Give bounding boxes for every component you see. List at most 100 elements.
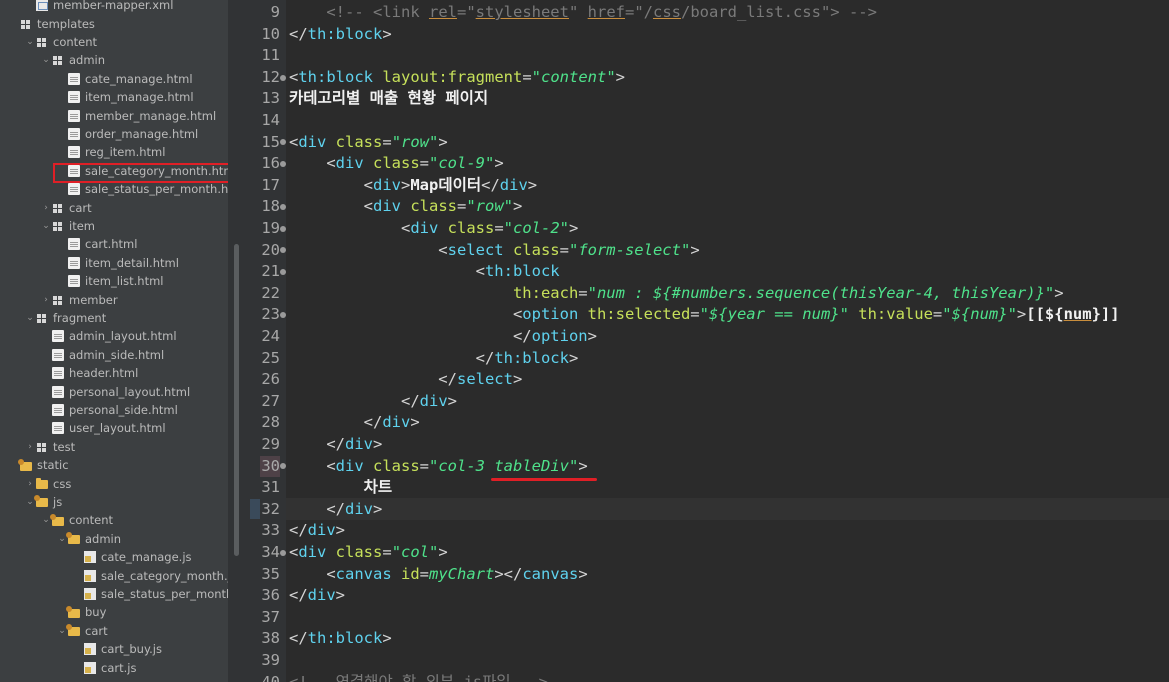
code-line[interactable]: </th:block> bbox=[289, 628, 392, 650]
fold-marker-icon[interactable] bbox=[280, 225, 286, 232]
chevron-right-icon[interactable]: › bbox=[24, 442, 36, 452]
tree-item[interactable]: static bbox=[0, 456, 228, 474]
tree-item[interactable]: ⌄ admin bbox=[0, 530, 228, 548]
chevron-down-icon[interactable]: ⌄ bbox=[24, 37, 36, 47]
chevron-right-icon[interactable]: › bbox=[40, 295, 52, 305]
project-tree-scrollbar[interactable] bbox=[234, 244, 239, 556]
tree-item[interactable]: cate_manage.html bbox=[0, 70, 228, 88]
tree-item[interactable]: › member bbox=[0, 290, 228, 308]
html-file-icon bbox=[68, 146, 80, 159]
code-line[interactable]: <div class="col"> bbox=[289, 542, 448, 564]
code-line[interactable]: <div class="col-2"> bbox=[289, 218, 578, 240]
tree-item[interactable]: templates bbox=[0, 14, 228, 32]
tree-item[interactable]: ⌄ js bbox=[0, 493, 228, 511]
code-line[interactable]: </div> bbox=[289, 585, 345, 607]
line-number: 28 bbox=[261, 413, 280, 432]
tree-item[interactable]: › test bbox=[0, 438, 228, 456]
code-token: < bbox=[289, 219, 411, 237]
tree-item[interactable]: ⌄ content bbox=[0, 511, 228, 529]
tree-item[interactable]: item_detail.html bbox=[0, 254, 228, 272]
code-line[interactable]: <option th:selected="${year == num}" th:… bbox=[289, 304, 1120, 326]
tree-item[interactable]: › cart bbox=[0, 198, 228, 216]
code-line[interactable]: </div> bbox=[289, 434, 382, 456]
package-icon bbox=[36, 36, 48, 48]
tree-item[interactable]: item_manage.html bbox=[0, 88, 228, 106]
code-line[interactable]: <div class="row"> bbox=[289, 132, 448, 154]
code-token: > bbox=[568, 348, 579, 367]
tree-item[interactable]: cart.js bbox=[0, 658, 228, 676]
tree-item[interactable]: ⌄ admin bbox=[0, 51, 228, 69]
tree-item[interactable]: admin_layout.html bbox=[0, 327, 228, 345]
tree-item[interactable]: admin_side.html bbox=[0, 346, 228, 364]
chevron-down-icon[interactable]: ⌄ bbox=[40, 55, 52, 65]
tree-item[interactable]: personal_side.html bbox=[0, 401, 228, 419]
tree-item[interactable]: order_manage.html bbox=[0, 125, 228, 143]
folder-icon bbox=[18, 458, 32, 471]
folder-icon bbox=[66, 624, 80, 637]
chevron-down-icon[interactable]: ⌄ bbox=[40, 221, 52, 231]
code-line[interactable]: </option> bbox=[289, 326, 597, 348]
code-line[interactable]: <div class="col-9"> bbox=[289, 153, 503, 175]
code-line[interactable]: 카테고리별 매출 현황 페이지 bbox=[289, 88, 488, 110]
tree-item[interactable]: ⌄ cart bbox=[0, 622, 228, 640]
fold-marker-icon[interactable] bbox=[280, 549, 286, 556]
tree-item[interactable]: ⌄ item bbox=[0, 217, 228, 235]
tree-item[interactable]: user_layout.html bbox=[0, 419, 228, 437]
tree-item[interactable]: item_list.html bbox=[0, 272, 228, 290]
code-token: div bbox=[419, 391, 448, 410]
tree-item-label: item bbox=[69, 218, 95, 233]
fold-marker-icon[interactable] bbox=[280, 161, 286, 167]
code-line[interactable]: <div class="row"> bbox=[289, 196, 523, 218]
tree-item[interactable]: personal_layout.html bbox=[0, 382, 228, 400]
code-line[interactable]: <canvas id=myChart></canvas> bbox=[289, 564, 587, 586]
chevron-right-icon[interactable]: › bbox=[24, 479, 36, 489]
code-token: < bbox=[289, 262, 485, 281]
js-file-icon bbox=[84, 643, 96, 656]
code-token: 차트 bbox=[289, 478, 393, 497]
code-line[interactable]: 차트 bbox=[289, 477, 393, 499]
tree-item[interactable]: buy bbox=[0, 603, 228, 621]
html-file-icon bbox=[52, 367, 64, 380]
code-line[interactable]: </div> bbox=[289, 412, 420, 434]
tree-item-label: sale_status_per_month.html bbox=[85, 182, 228, 197]
tree-item[interactable]: › css bbox=[0, 474, 228, 492]
code-line[interactable]: </th:block> bbox=[289, 348, 579, 370]
code-line[interactable]: </th:block> bbox=[289, 24, 392, 46]
code-line[interactable]: <div class="col-3 tableDiv"> bbox=[289, 456, 587, 478]
code-token: </ bbox=[289, 435, 345, 453]
tree-item[interactable]: sale_status_per_month.js bbox=[0, 585, 228, 603]
line-number: 39 bbox=[261, 651, 280, 669]
code-line[interactable]: <th:block bbox=[289, 261, 560, 283]
chevron-right-icon[interactable]: › bbox=[40, 203, 52, 213]
code-token: =" bbox=[456, 3, 476, 21]
code-line[interactable]: <!-- 연결해야 할 외부 js파일 --> bbox=[289, 672, 548, 682]
fold-marker-icon[interactable] bbox=[280, 74, 286, 81]
chevron-down-icon[interactable]: ⌄ bbox=[24, 313, 36, 323]
code-line[interactable]: </div> bbox=[289, 499, 382, 521]
code-token: "row" bbox=[466, 197, 514, 216]
line-number: 32 bbox=[261, 499, 280, 518]
code-line[interactable]: </div> bbox=[289, 391, 457, 413]
tree-item-label: header.html bbox=[69, 366, 139, 381]
code-line[interactable]: <th:block layout:fragment="content"> bbox=[289, 67, 625, 89]
tree-item[interactable]: cart.html bbox=[0, 235, 228, 253]
code-line[interactable]: <!-- <link rel="stylesheet" href="/css/b… bbox=[289, 2, 877, 24]
code-line[interactable]: <select class="form-select"> bbox=[289, 240, 699, 262]
tree-item[interactable]: sale_category_month.js bbox=[0, 566, 228, 584]
code-line[interactable]: </select> bbox=[289, 369, 522, 391]
code-token: div bbox=[345, 435, 373, 453]
fold-marker-icon[interactable] bbox=[280, 269, 286, 275]
tree-item-label: sale_category_month.js bbox=[101, 568, 228, 583]
code-line[interactable]: th:each="num : ${#numbers.sequence(thisY… bbox=[289, 283, 1064, 305]
tree-item[interactable]: cate_manage.js bbox=[0, 548, 228, 566]
tree-item[interactable]: ⌄ fragment bbox=[0, 309, 228, 327]
tree-item[interactable]: ⌄ content bbox=[0, 33, 228, 51]
tree-item[interactable]: cart_buy.js bbox=[0, 640, 228, 658]
tree-item[interactable]: header.html bbox=[0, 364, 228, 382]
tree-item-label: buy bbox=[85, 605, 107, 620]
tree-item[interactable]: reg_item.html bbox=[0, 143, 228, 161]
code-line[interactable]: </div> bbox=[289, 520, 345, 542]
tree-item[interactable]: member-mapper.xml bbox=[0, 0, 228, 14]
tree-item[interactable]: member_manage.html bbox=[0, 106, 228, 124]
code-line[interactable]: <div>Map데이터</div> bbox=[289, 175, 538, 197]
